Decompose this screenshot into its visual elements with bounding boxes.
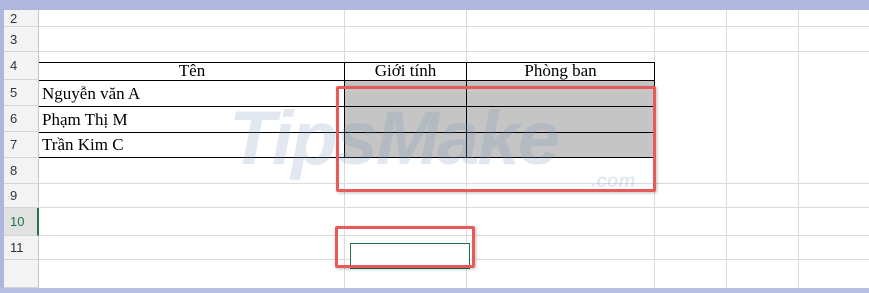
gridline	[39, 51, 869, 52]
header-phong-ban[interactable]: Phòng ban	[467, 61, 654, 80]
row-header-5[interactable]: 5	[4, 80, 39, 106]
row-header-2[interactable]: 2	[4, 10, 39, 27]
gridline	[798, 10, 799, 288]
gridline	[39, 207, 869, 208]
row-header-4[interactable]: 4	[4, 52, 39, 80]
highlight-box-range	[336, 86, 656, 192]
row-header-9[interactable]: 9	[4, 184, 39, 208]
gridline	[726, 10, 727, 288]
header-ten[interactable]: Tên	[40, 61, 344, 80]
window-frame-top	[0, 0, 869, 10]
row-header-10[interactable]: 10	[4, 208, 39, 236]
window-frame-bottom	[0, 288, 869, 293]
row-header-7[interactable]: 7	[4, 132, 39, 158]
gridline	[39, 26, 869, 27]
row-header-3[interactable]: 3	[4, 27, 39, 52]
row-header-8[interactable]: 8	[4, 158, 39, 184]
row-header-12[interactable]	[4, 260, 39, 288]
highlight-box-active-cell	[335, 226, 475, 268]
header-gioi-tinh[interactable]: Giới tính	[345, 61, 466, 80]
row-header-11[interactable]: 11	[4, 236, 39, 260]
row-header-6[interactable]: 6	[4, 106, 39, 132]
